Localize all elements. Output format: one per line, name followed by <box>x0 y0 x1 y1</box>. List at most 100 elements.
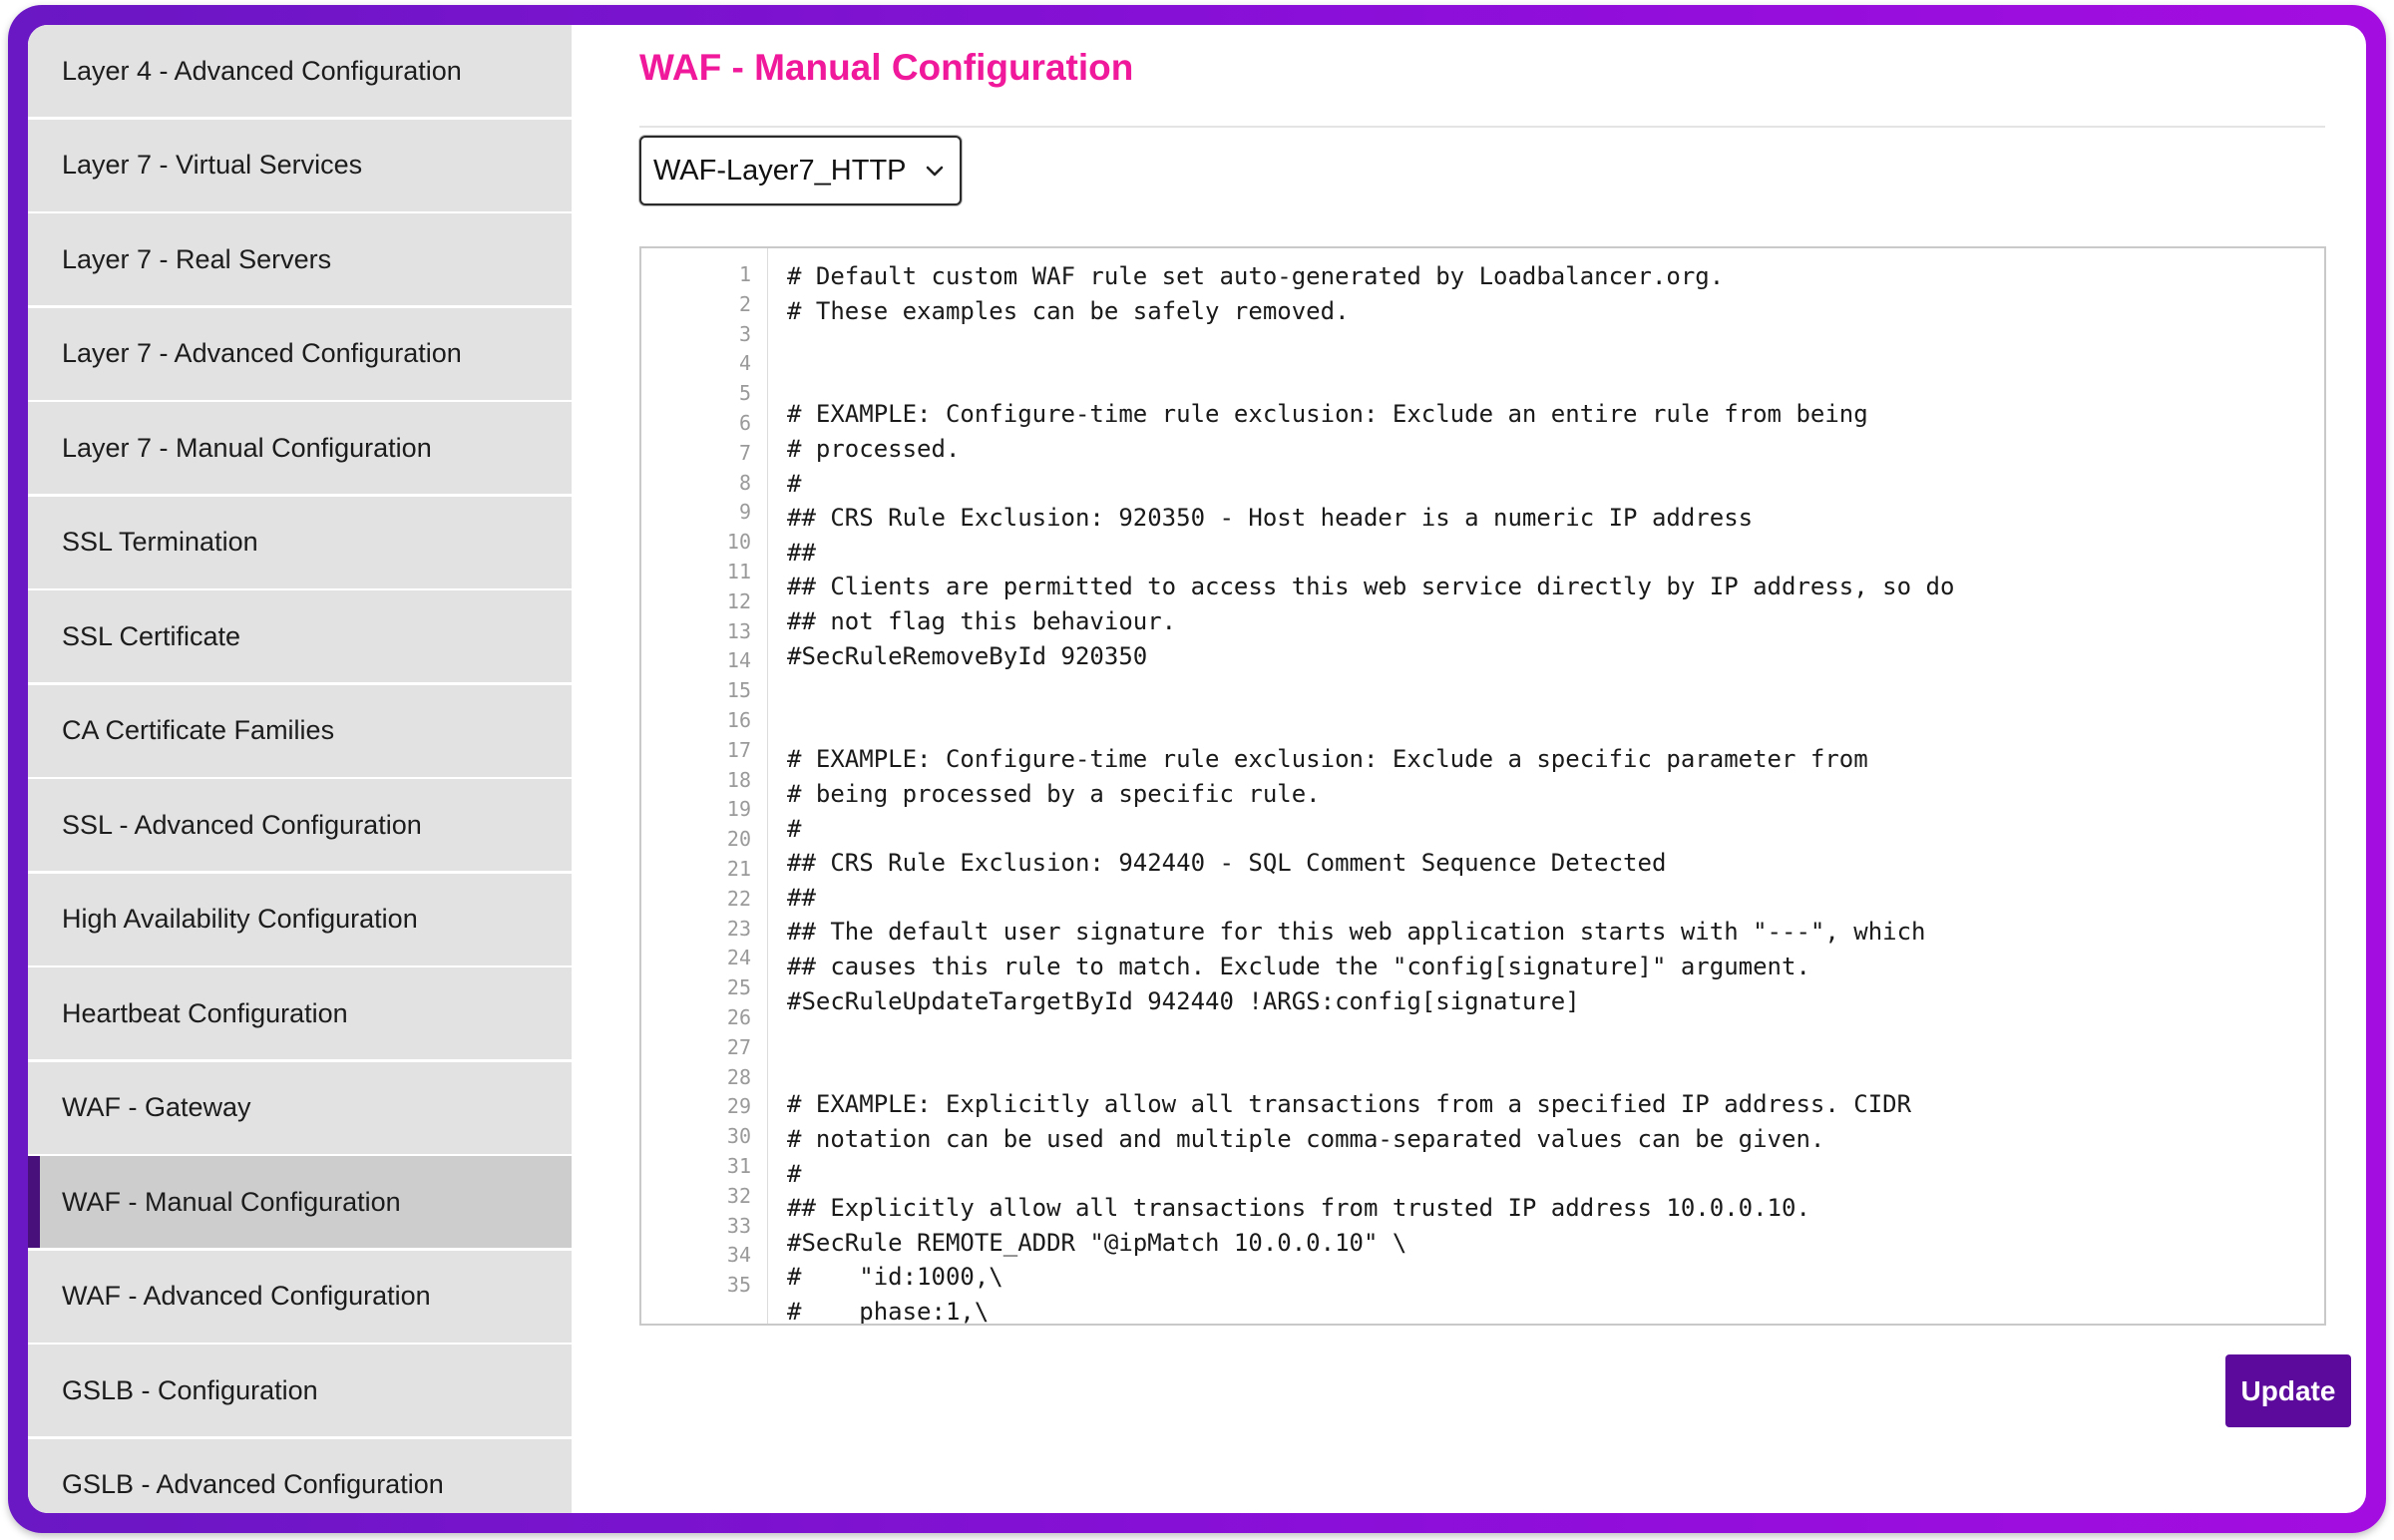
line-number: 19 <box>726 797 751 822</box>
code-line: ## CRS Rule Exclusion: 942440 - SQL Comm… <box>787 849 1667 878</box>
line-number: 10 <box>726 530 751 555</box>
line-number: 3 <box>738 321 751 346</box>
code-line: # phase:1,\ <box>787 1298 990 1326</box>
sidebar-item-label: SSL Certificate <box>62 620 241 651</box>
line-number: 15 <box>726 678 751 703</box>
config-select-value: WAF-Layer7_HTTP <box>653 154 907 187</box>
line-number-gutter: 1 2 3 4 5 6 7 8 9 10 11 12 13 14 15 16 17 18 19 20 21 22 23 24 2… <box>641 248 768 1324</box>
line-number: 24 <box>726 946 751 970</box>
code-line: ## <box>787 883 816 912</box>
sidebar-item-label: GSLB - Advanced Configuration <box>62 1469 444 1499</box>
line-number: 20 <box>726 827 751 852</box>
code-line: ## Clients are permitted to access this … <box>787 573 1955 601</box>
sidebar-item-label: CA Certificate Families <box>62 715 335 745</box>
code-line: # <box>787 1159 802 1188</box>
code-line: #SecRuleRemoveById 920350 <box>787 641 1148 670</box>
code-line: # EXAMPLE: Configure-time rule exclusion… <box>787 400 1868 429</box>
main-panel: WAF - Manual Configuration WAF-Layer7_HT… <box>572 25 2366 1513</box>
code-line: #SecRuleUpdateTargetById 942440 !ARGS:co… <box>787 986 1580 1015</box>
line-number: 5 <box>738 381 751 406</box>
line-number: 32 <box>726 1183 751 1208</box>
sidebar-item-label: Heartbeat Configuration <box>62 997 348 1028</box>
sidebar-item[interactable]: GSLB - Advanced Configuration <box>28 1438 572 1513</box>
line-number: 21 <box>726 857 751 881</box>
line-number: 14 <box>726 648 751 673</box>
line-number: 16 <box>726 708 751 732</box>
code-line: # These examples can be safely removed. <box>787 296 1350 325</box>
update-button[interactable]: Update <box>2225 1354 2351 1427</box>
sidebar-item-label: SSL - Advanced Configuration <box>62 809 422 840</box>
line-number: 1 <box>738 262 751 286</box>
line-number: 11 <box>726 560 751 583</box>
sidebar-item[interactable]: GSLB - Configuration <box>28 1345 572 1436</box>
code-line: # processed. <box>787 435 961 463</box>
line-number: 25 <box>726 975 751 1000</box>
line-number: 30 <box>726 1124 751 1149</box>
config-select[interactable]: WAF-Layer7_HTTP <box>639 136 962 205</box>
sidebar-item[interactable]: Layer 7 - Virtual Services <box>28 119 572 211</box>
sidebar-item[interactable]: WAF - Manual Configuration <box>28 1156 572 1248</box>
line-number: 18 <box>726 767 751 792</box>
code-line: # "id:1000,\ <box>787 1263 1003 1292</box>
sidebar-item-label: SSL Termination <box>62 527 258 557</box>
sidebar-item-label: WAF - Advanced Configuration <box>62 1281 431 1311</box>
line-number: 35 <box>726 1273 751 1298</box>
code-line: #SecRule REMOTE_ADDR "@ipMatch 10.0.0.10… <box>787 1228 1407 1257</box>
code-line: ## The default user signature for this w… <box>787 918 1926 947</box>
line-number: 22 <box>726 886 751 911</box>
sidebar-nav: Layer 4 - Advanced Configuration Layer 7 … <box>28 25 572 1513</box>
sidebar-item[interactable]: WAF - Advanced Configuration <box>28 1250 572 1343</box>
code-line: ## <box>787 538 816 567</box>
sidebar-item-label: WAF - Gateway <box>62 1092 251 1122</box>
window-frame: Layer 4 - Advanced Configuration Layer 7 … <box>8 5 2386 1533</box>
sidebar-item[interactable]: WAF - Gateway <box>28 1061 572 1154</box>
line-number: 12 <box>726 588 751 613</box>
line-number: 31 <box>726 1154 751 1178</box>
sidebar-item[interactable]: SSL Certificate <box>28 590 572 682</box>
sidebar-item[interactable]: High Availability Configuration <box>28 873 572 965</box>
title-divider <box>639 126 2325 128</box>
sidebar-item-label: Layer 7 - Virtual Services <box>62 150 363 180</box>
sidebar-item[interactable]: Layer 7 - Advanced Configuration <box>28 307 572 400</box>
line-number: 17 <box>726 737 751 762</box>
sidebar-item[interactable]: CA Certificate Families <box>28 684 572 777</box>
sidebar-item[interactable]: Layer 7 - Real Servers <box>28 213 572 305</box>
code-line: # <box>787 814 802 843</box>
line-number: 29 <box>726 1094 751 1119</box>
sidebar-item-label: High Availability Configuration <box>62 904 418 934</box>
sidebar-item[interactable]: SSL - Advanced Configuration <box>28 779 572 871</box>
sidebar-item[interactable]: Layer 7 - Manual Configuration <box>28 402 572 494</box>
code-line: ## not flag this behaviour. <box>787 607 1177 635</box>
sidebar-item-label: WAF - Manual Configuration <box>62 1186 401 1217</box>
line-number: 8 <box>738 470 751 495</box>
code-line: # notation can be used and multiple comm… <box>787 1125 1825 1153</box>
sidebar-item-label: Layer 4 - Advanced Configuration <box>62 55 462 86</box>
line-number: 9 <box>738 500 751 525</box>
line-number: 33 <box>726 1213 751 1238</box>
code-line: ## Explicitly allow all transactions fro… <box>787 1194 1810 1223</box>
line-number: 13 <box>726 618 751 643</box>
code-line: # EXAMPLE: Configure-time rule exclusion… <box>787 745 1868 774</box>
sidebar-item-label: Layer 7 - Advanced Configuration <box>62 338 462 368</box>
sidebar-item-label: Layer 7 - Manual Configuration <box>62 432 432 463</box>
code-line: # Default custom WAF rule set auto-gener… <box>787 262 1725 290</box>
line-number: 2 <box>738 291 751 316</box>
line-number: 34 <box>726 1243 751 1268</box>
line-number: 23 <box>726 916 751 941</box>
sidebar-item[interactable]: SSL Termination <box>28 496 572 588</box>
line-number: 4 <box>738 351 751 376</box>
code-area[interactable]: # Default custom WAF rule set auto-gener… <box>787 248 2324 1324</box>
code-line: # being processed by a specific rule. <box>787 780 1321 808</box>
code-line: # <box>787 469 802 498</box>
line-number: 27 <box>726 1034 751 1059</box>
line-number: 6 <box>738 411 751 435</box>
line-number: 26 <box>726 1005 751 1029</box>
app-window: Layer 4 - Advanced Configuration Layer 7 … <box>28 25 2366 1513</box>
sidebar-item-label: GSLB - Configuration <box>62 1374 318 1405</box>
code-editor[interactable]: 1 2 3 4 5 6 7 8 9 10 11 12 13 14 15 16 17 18 19 20 21 22 23 24 2… <box>639 246 2326 1326</box>
sidebar-item[interactable]: Layer 4 - Advanced Configuration <box>28 25 572 117</box>
code-line: ## CRS Rule Exclusion: 920350 - Host hea… <box>787 504 1754 533</box>
sidebar-item[interactable]: Heartbeat Configuration <box>28 967 572 1059</box>
page-title: WAF - Manual Configuration <box>639 47 1134 88</box>
line-number: 28 <box>726 1064 751 1089</box>
